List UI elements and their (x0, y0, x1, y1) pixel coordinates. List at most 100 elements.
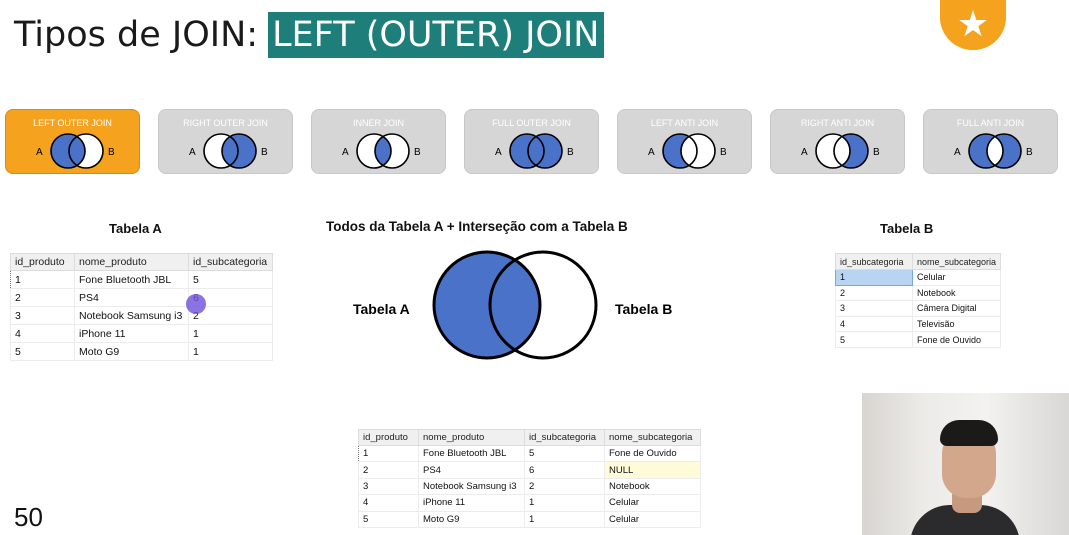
table-cell: 2 (358, 461, 419, 479)
join-card-label: FULL OUTER JOIN (492, 118, 571, 128)
set-b-label: B (108, 147, 115, 158)
column-header: id_produto (10, 253, 75, 271)
column-header: id_subcategoria (188, 253, 273, 271)
table-row: 2PS46 (10, 288, 273, 307)
venn-icon: AB (954, 133, 1033, 169)
set-a-label: A (36, 147, 43, 158)
set-a-label: A (495, 147, 502, 158)
join-card-label: INNER JOIN (352, 118, 404, 128)
table-cell: 1 (524, 510, 605, 528)
set-a-label: A (342, 147, 349, 158)
table-cell: 5 (358, 510, 419, 528)
table-row: 5 Moto G9 1 Celular (358, 510, 701, 528)
table-cell: 5 (188, 270, 273, 289)
table-cell: 1 (188, 324, 273, 343)
join-card-label: FULL ANTI JOIN (956, 118, 1025, 128)
join-card-fullanti[interactable]: FULL ANTI JOIN A B (923, 109, 1058, 174)
column-header: id_produto (358, 429, 419, 446)
table-cell: iPhone 11 (74, 324, 189, 343)
venn-icon: AB (189, 133, 268, 169)
title-text: Tipos de JOIN: (14, 15, 259, 55)
table-b: id_subcategoria nome_subcategoria 1 Celular… (835, 253, 1002, 348)
table-cell: 5 (10, 342, 75, 361)
result-table: id_produto nome_produto id_subcategoria nom… (358, 429, 701, 528)
table-cell: NULL (604, 461, 701, 479)
table-cell: 1 (188, 342, 273, 361)
table-cell: Fone de Ouvido (604, 444, 701, 463)
join-card-label: LEFT OUTER JOIN (33, 118, 112, 128)
venn-icon: AB (648, 133, 727, 169)
table-cell: PS4 (74, 288, 189, 307)
table-row: 1 Fone Bluetooth JBL 5 Fone de Ouvido (358, 444, 701, 463)
set-a-label: A (648, 147, 655, 158)
table-row: 4 iPhone 11 1 (10, 324, 273, 343)
join-card-label: RIGHT OUTER JOIN (183, 118, 268, 128)
table-cell: 4 (835, 315, 913, 333)
table-cell: Moto G9 (418, 510, 525, 528)
table-header-row: id_produto nome_produto id_subcategoria nom… (358, 429, 701, 446)
venn-title: Todos da Tabela A + Interseção com a Tab… (326, 219, 628, 234)
set-b-label: B (261, 147, 268, 158)
column-header: nome_subcategoria (911, 253, 1002, 270)
table-row: 5 Moto G9 1 (10, 342, 273, 361)
table-row: 5 Fone de Ouvido (835, 331, 1002, 348)
table-cell: 4 (10, 324, 75, 343)
join-card-rightanti[interactable]: RIGHT ANTI JOIN A B (770, 109, 905, 174)
column-header: nome_produto (74, 253, 189, 271)
table-row: 3 Câmera Digital (835, 300, 1002, 317)
table-cell: 1 (10, 270, 75, 289)
join-card-right[interactable]: RIGHT OUTER JOIN A B (158, 109, 293, 174)
venn-icon: AB (342, 133, 421, 169)
join-card-inner[interactable]: INNER JOIN A B (311, 109, 446, 174)
venn-icon: AB (36, 133, 115, 169)
table-a: id_produto nome_produto id_subcategoria 1 Fo… (10, 253, 273, 361)
join-card-leftanti[interactable]: LEFT ANTI JOIN A B (617, 109, 752, 174)
set-b-label: B (1026, 147, 1033, 158)
table-header-row: id_produto nome_produto id_subcategoria (10, 253, 273, 271)
table-row: 4 iPhone 11 1 Celular (358, 494, 701, 512)
venn-circle-a (432, 250, 542, 360)
table-row: 3 Notebook Samsung i3 2 (10, 306, 273, 325)
join-card-left[interactable]: LEFT OUTER JOIN A B (5, 109, 140, 174)
venn-label-a: Tabela A (353, 301, 410, 317)
venn-diagram (432, 250, 598, 360)
table-cell: 3 (835, 300, 913, 317)
set-b-label: B (567, 147, 574, 158)
table-cell: 3 (358, 477, 419, 496)
venn-label-b: Tabela B (615, 301, 673, 317)
set-a-label: A (801, 147, 808, 158)
table-cell: Celular (604, 510, 701, 528)
set-b-label: B (414, 147, 421, 158)
join-card-full[interactable]: FULL OUTER JOIN A B (464, 109, 599, 174)
table-cell: Fone Bluetooth JBL (74, 270, 189, 289)
table-cell: 1 (524, 494, 605, 512)
table-cell: 5 (835, 331, 913, 348)
mouse-cursor (186, 294, 206, 314)
table-cell: Celular (604, 494, 701, 512)
table-cell: 5 (524, 444, 605, 463)
table-cell: 6 (524, 461, 605, 479)
table-cell: Celular (911, 269, 1002, 286)
table-cell: 1 (835, 269, 913, 286)
table-b-caption: Tabela B (880, 221, 934, 236)
table-cell: 3 (10, 306, 75, 325)
set-b-label: B (873, 147, 880, 158)
venn-icon: AB (801, 133, 880, 169)
table-row: 1 Celular (835, 269, 1002, 286)
join-card-label: RIGHT ANTI JOIN (800, 118, 875, 128)
page-title: Tipos de JOIN: LEFT (OUTER) JOIN (14, 10, 604, 60)
join-types-row: LEFT OUTER JOIN A B RIGHT OUTER JOIN A B INNER… (5, 109, 1058, 174)
set-a-label: A (189, 147, 196, 158)
star-icon: ★ (940, 0, 1006, 50)
venn-icon: AB (495, 133, 574, 169)
presenter-webcam (862, 393, 1069, 535)
join-card-label: LEFT ANTI JOIN (650, 118, 719, 128)
table-row: 2 Notebook (835, 284, 1002, 302)
table-row: 1 Fone Bluetooth JBL 5 (10, 270, 273, 289)
table-cell: iPhone 11 (418, 494, 525, 512)
table-cell: Câmera Digital (911, 300, 1002, 317)
column-header: id_subcategoria (835, 253, 913, 270)
table-cell: Notebook Samsung i3 (74, 306, 189, 325)
table-cell: Moto G9 (74, 342, 189, 361)
table-cell: 4 (358, 494, 419, 512)
